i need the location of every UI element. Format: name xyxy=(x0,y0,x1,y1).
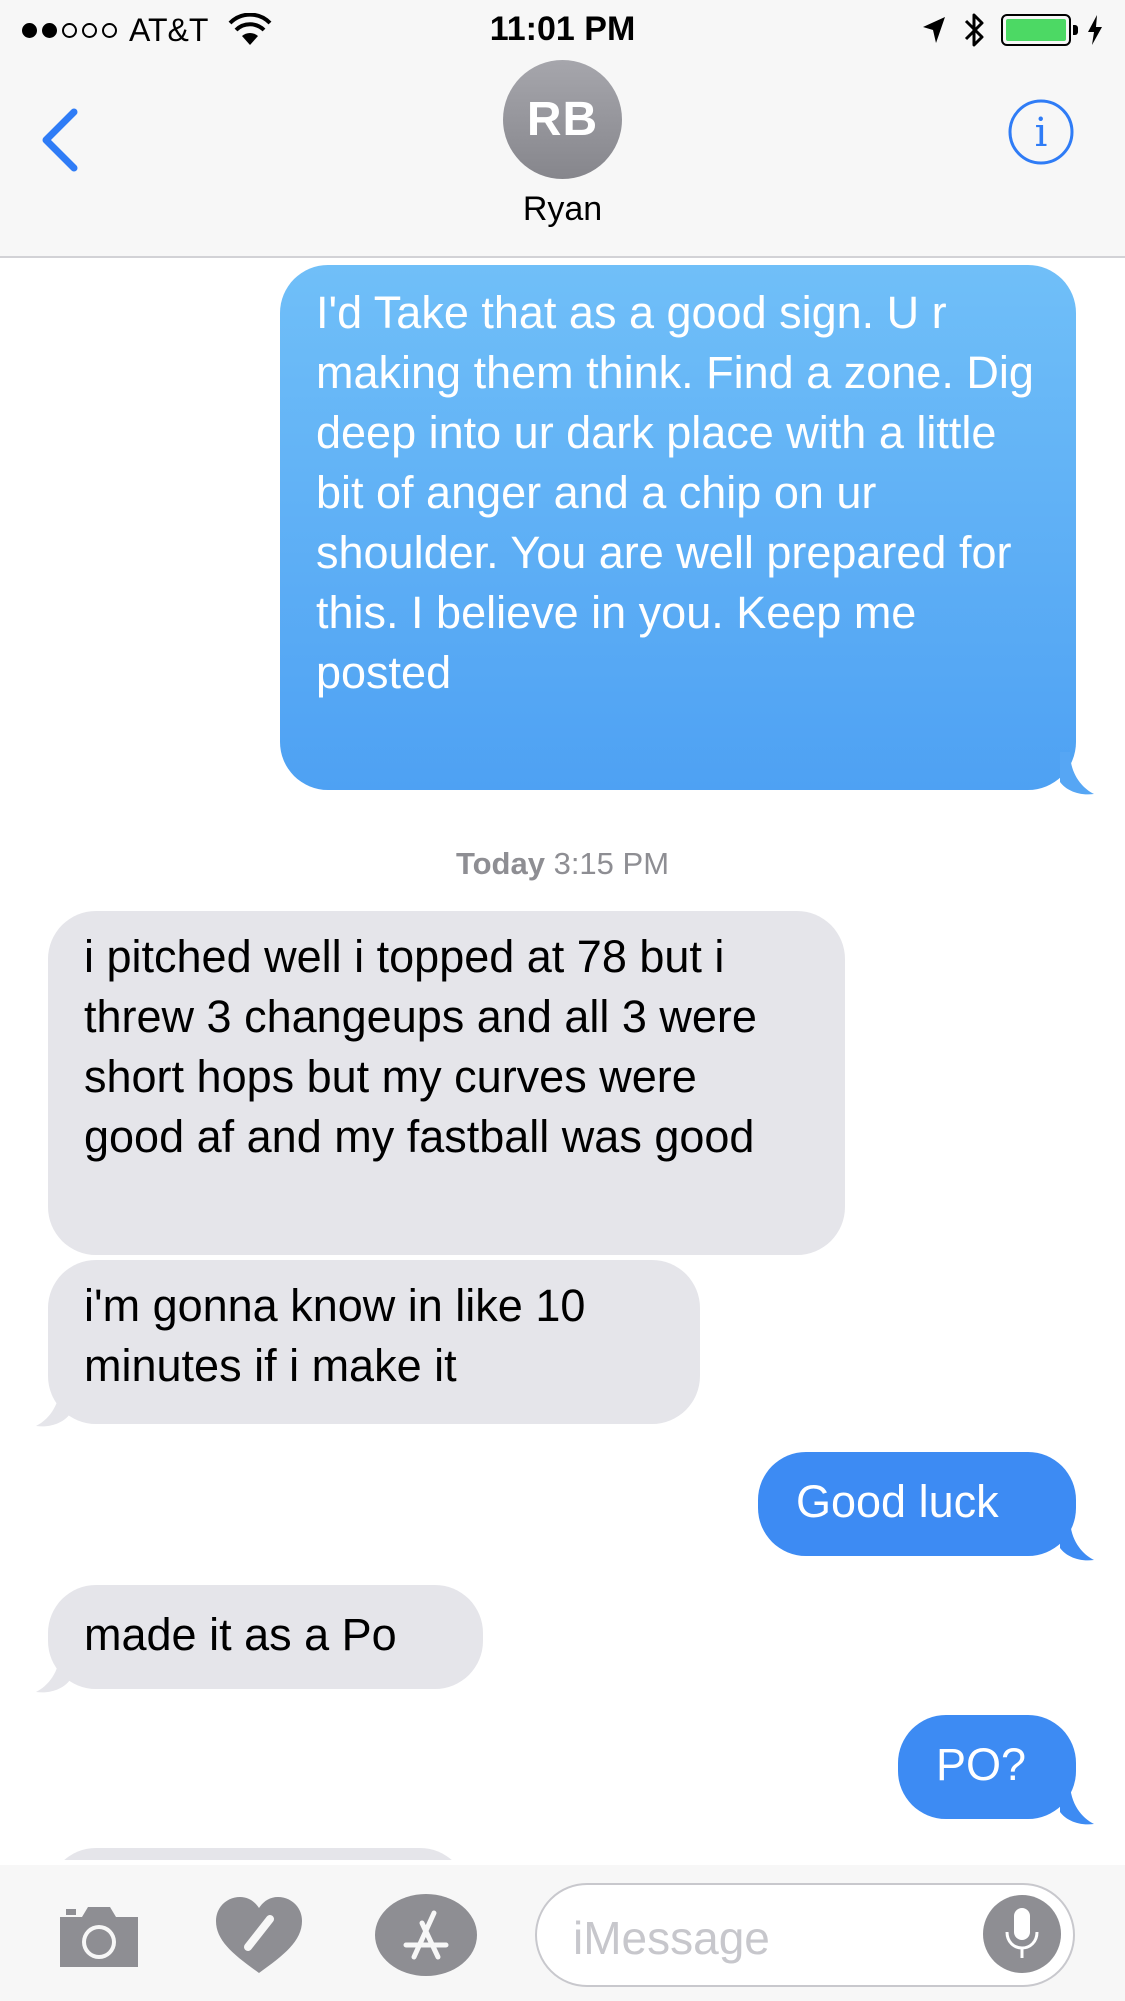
app-store-icon[interactable] xyxy=(374,1893,478,1977)
incoming-message[interactable]: i pitched well i topped at 78 but i thre… xyxy=(48,911,845,1255)
timestamp: Today 3:15 PM xyxy=(0,846,1125,882)
bubble-tail-icon xyxy=(36,1384,70,1427)
charging-bolt-icon xyxy=(1088,15,1102,45)
incoming-message[interactable]: i'm gonna know in like 10 minutes if i m… xyxy=(48,1260,700,1424)
conversation-header: RB Ryan i xyxy=(0,60,1125,258)
message-list[interactable]: I'd Take that as a good sign. U r making… xyxy=(0,260,1125,1860)
outgoing-message[interactable]: I'd Take that as a good sign. U r making… xyxy=(280,265,1076,790)
camera-icon[interactable] xyxy=(56,1901,142,1969)
incoming-message[interactable]: made it as a Po xyxy=(48,1585,483,1689)
incoming-message-partial[interactable] xyxy=(48,1848,468,1860)
digital-touch-icon[interactable] xyxy=(214,1895,304,1975)
microphone-button[interactable] xyxy=(983,1895,1061,1973)
outgoing-message[interactable]: PO? xyxy=(898,1715,1076,1819)
status-right xyxy=(921,10,1103,50)
microphone-icon xyxy=(1005,1908,1039,1958)
bubble-tail-icon xyxy=(1060,1782,1094,1825)
status-bar: AT&T 11:01 PM xyxy=(0,0,1125,60)
bubble-tail-icon xyxy=(1060,1518,1094,1561)
timestamp-time: 3:15 PM xyxy=(553,846,670,881)
contact-name[interactable]: Ryan xyxy=(0,190,1125,229)
location-arrow-icon xyxy=(923,17,945,43)
info-icon[interactable]: i xyxy=(1007,98,1075,166)
timestamp-day: Today xyxy=(455,846,545,881)
bubble-tail-icon xyxy=(1060,752,1094,795)
outgoing-message[interactable]: Good luck xyxy=(758,1452,1076,1556)
battery-icon xyxy=(1001,14,1078,46)
bubble-tail-icon xyxy=(36,1650,70,1693)
imessage-placeholder: iMessage xyxy=(573,1912,770,1964)
imessage-input[interactable]: iMessage xyxy=(535,1883,1075,1987)
avatar[interactable]: RB xyxy=(503,60,622,179)
message-input-bar: iMessage xyxy=(0,1865,1125,2001)
bluetooth-icon xyxy=(964,13,984,47)
svg-text:i: i xyxy=(1035,110,1048,156)
back-chevron-icon[interactable] xyxy=(30,100,90,180)
